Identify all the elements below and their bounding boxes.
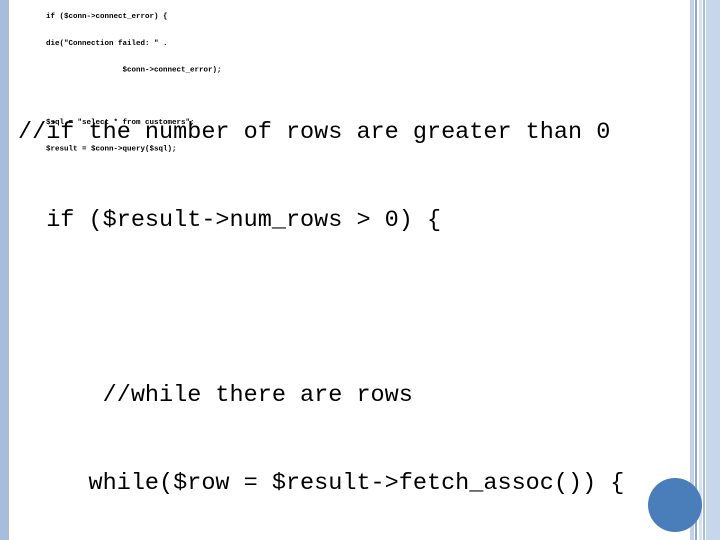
- stripe-5: [706, 0, 720, 540]
- fragment-line: die("Connection failed: " .: [46, 40, 168, 48]
- code-line-if-numrows: if ($result->num_rows > 0) {: [18, 207, 442, 234]
- code-line-while-fetch: while($row = $result->fetch_assoc()) {: [18, 469, 625, 497]
- code-line-comment-while: //while there are rows: [18, 382, 413, 410]
- php-code-block: //if the number of rows are greater than…: [18, 60, 708, 540]
- slide-canvas: if ($conn->connect_error) { die("Connect…: [0, 0, 720, 540]
- code-line-comment-if: //if the number of rows are greater than…: [18, 119, 611, 147]
- fragment-line: if ($conn->connect_error) {: [46, 13, 168, 22]
- left-accent-bar: [0, 0, 9, 540]
